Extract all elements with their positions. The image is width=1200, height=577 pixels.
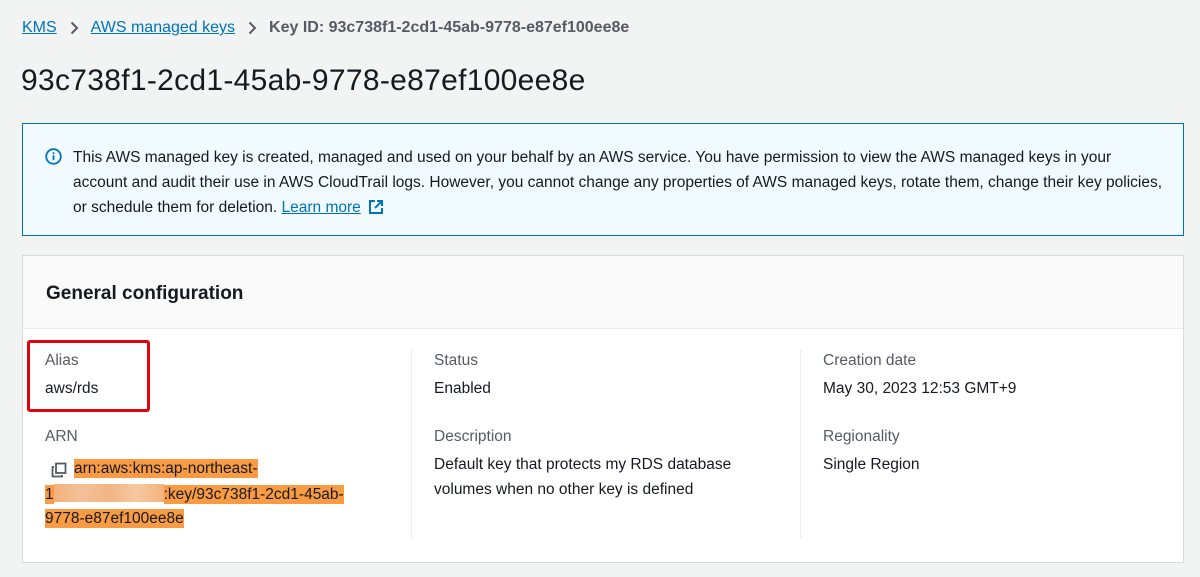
external-link-icon[interactable] xyxy=(368,199,384,215)
info-message: This AWS managed key is created, managed… xyxy=(73,145,1163,220)
breadcrumb-aws-managed-keys-link[interactable]: AWS managed keys xyxy=(91,19,235,37)
info-alert: This AWS managed key is created, managed… xyxy=(22,123,1184,236)
panel-title: General configuration xyxy=(46,283,244,304)
general-configuration-panel: General configuration Alias aws/rds ARN … xyxy=(22,255,1184,563)
copy-icon[interactable] xyxy=(51,462,67,478)
regionality-label: Regionality xyxy=(823,428,900,445)
redacted-account-id xyxy=(53,484,164,502)
chevron-right-icon xyxy=(248,21,257,35)
info-message-text: This AWS managed key is created, managed… xyxy=(73,149,1163,216)
column-divider xyxy=(800,350,801,538)
creation-date-label: Creation date xyxy=(823,352,917,369)
description-value: Default key that protects my RDS databas… xyxy=(434,456,732,498)
regionality-value: Single Region xyxy=(823,456,920,473)
arn-line-2: :key/93c738f1-2cd1-45ab- xyxy=(163,485,344,504)
chevron-right-icon xyxy=(70,21,79,35)
breadcrumb-kms-link[interactable]: KMS xyxy=(22,19,57,37)
status-label: Status xyxy=(434,352,478,369)
creation-date-value: May 30, 2023 12:53 GMT+9 xyxy=(823,380,1017,397)
alias-value: aws/rds xyxy=(45,380,99,397)
arn-line-3: 9778-e87ef100ee8e xyxy=(45,509,184,528)
breadcrumb: KMS AWS managed keys Key ID: 93c738f1-2c… xyxy=(22,17,629,39)
learn-more-link[interactable]: Learn more xyxy=(282,199,361,216)
arn-account-prefix: 1 xyxy=(45,485,54,504)
breadcrumb-current: Key ID: 93c738f1-2cd1-45ab-9778-e87ef100… xyxy=(269,19,630,36)
arn-label: ARN xyxy=(45,428,78,445)
arn-line-1: arn:aws:kms:ap-northeast- xyxy=(74,459,258,478)
page-title: 93c738f1-2cd1-45ab-9778-e87ef100ee8e xyxy=(21,64,586,97)
alias-label: Alias xyxy=(45,352,79,369)
column-divider xyxy=(411,350,412,538)
description-label: Description xyxy=(434,428,512,445)
info-icon xyxy=(45,148,62,165)
status-value: Enabled xyxy=(434,380,491,397)
